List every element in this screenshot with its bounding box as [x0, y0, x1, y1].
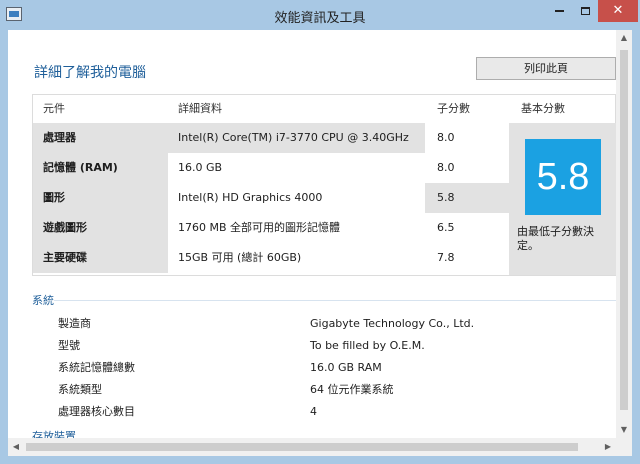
header-component: 元件	[43, 102, 65, 115]
row-component: 記憶體 (RAM)	[33, 153, 168, 183]
horizontal-scroll-thumb[interactable]	[26, 443, 578, 451]
system-label-manufacturer: 製造商	[58, 317, 91, 330]
vertical-scroll-thumb[interactable]	[620, 50, 628, 410]
base-score-panel: 5.8 由最低子分數決定。	[509, 123, 616, 275]
minimize-button[interactable]	[546, 0, 572, 22]
print-page-button[interactable]: 列印此頁	[476, 57, 616, 80]
row-details: 1760 MB 全部可用的圖形記憶體	[178, 221, 341, 234]
table-row: 主要硬碟 15GB 可用 (總計 60GB) 7.8	[33, 243, 509, 273]
score-table: 元件 詳細資料 子分數 基本分數 處理器 Intel(R) Core(TM) i…	[32, 94, 616, 276]
system-section-title: 系統	[32, 294, 54, 307]
table-row: 圖形 Intel(R) HD Graphics 4000 5.8	[33, 183, 509, 213]
row-component: 處理器	[43, 131, 76, 144]
row-component: 主要硬碟	[33, 243, 168, 273]
system-label-memory: 系統記憶體總數	[58, 361, 135, 374]
system-value-type: 64 位元作業系統	[310, 383, 394, 396]
row-subscore: 7.8	[437, 251, 455, 264]
close-icon: ✕	[612, 3, 624, 18]
system-label-model: 型號	[58, 339, 80, 352]
system-value-model: To be filled by O.E.M.	[310, 339, 425, 352]
horizontal-scrollbar[interactable]: ◀ ▶	[8, 438, 616, 456]
scroll-corner	[616, 438, 632, 456]
base-score-tile: 5.8	[525, 139, 601, 215]
app-window: 效能資訊及工具 ✕ 詳細了解我的電腦 列印此頁 元件 詳細資料 子分數 基本分數…	[0, 0, 640, 464]
row-details: Intel(R) HD Graphics 4000	[178, 191, 323, 204]
table-row: 遊戲圖形 1760 MB 全部可用的圖形記憶體 6.5	[33, 213, 509, 243]
system-value-memory: 16.0 GB RAM	[310, 361, 382, 374]
row-component: 圖形	[33, 183, 168, 213]
header-base-score: 基本分數	[521, 102, 565, 115]
minimize-icon	[554, 9, 564, 12]
row-details: 16.0 GB	[178, 161, 223, 174]
row-subscore: 6.5	[437, 221, 455, 234]
system-label-type: 系統類型	[58, 383, 102, 396]
header-subscore: 子分數	[437, 102, 470, 115]
scroll-left-icon[interactable]: ◀	[8, 438, 24, 456]
row-subscore: 8.0	[437, 131, 455, 144]
section-divider	[54, 300, 616, 301]
scroll-right-icon[interactable]: ▶	[600, 438, 616, 456]
base-score-note: 由最低子分數決定。	[517, 225, 594, 252]
system-value-manufacturer: Gigabyte Technology Co., Ltd.	[310, 317, 475, 330]
table-row: 記憶體 (RAM) 16.0 GB 8.0	[33, 153, 509, 183]
vertical-scrollbar[interactable]: ▲ ▼	[616, 30, 632, 438]
row-subscore: 8.0	[437, 161, 455, 174]
maximize-icon	[580, 6, 590, 15]
row-details: 15GB 可用 (總計 60GB)	[178, 251, 302, 264]
title-bar[interactable]: 效能資訊及工具 ✕	[0, 0, 640, 30]
row-details: Intel(R) Core(TM) i7-3770 CPU @ 3.40GHz	[178, 131, 409, 144]
page-title: 詳細了解我的電腦	[34, 65, 146, 81]
scroll-down-icon[interactable]: ▼	[616, 422, 632, 438]
scroll-up-icon[interactable]: ▲	[616, 30, 632, 46]
content-pane: 詳細了解我的電腦 列印此頁 元件 詳細資料 子分數 基本分數 處理器 Intel…	[8, 30, 632, 456]
row-subscore: 5.8	[437, 191, 455, 204]
close-button[interactable]: ✕	[598, 0, 638, 22]
maximize-button[interactable]	[572, 0, 598, 22]
system-label-cores: 處理器核心數目	[58, 405, 135, 418]
row-component: 遊戲圖形	[33, 213, 168, 243]
window-title: 效能資訊及工具	[274, 11, 366, 26]
table-row: 處理器 Intel(R) Core(TM) i7-3770 CPU @ 3.40…	[33, 123, 509, 153]
system-value-cores: 4	[310, 405, 317, 418]
header-details: 詳細資料	[178, 102, 222, 115]
